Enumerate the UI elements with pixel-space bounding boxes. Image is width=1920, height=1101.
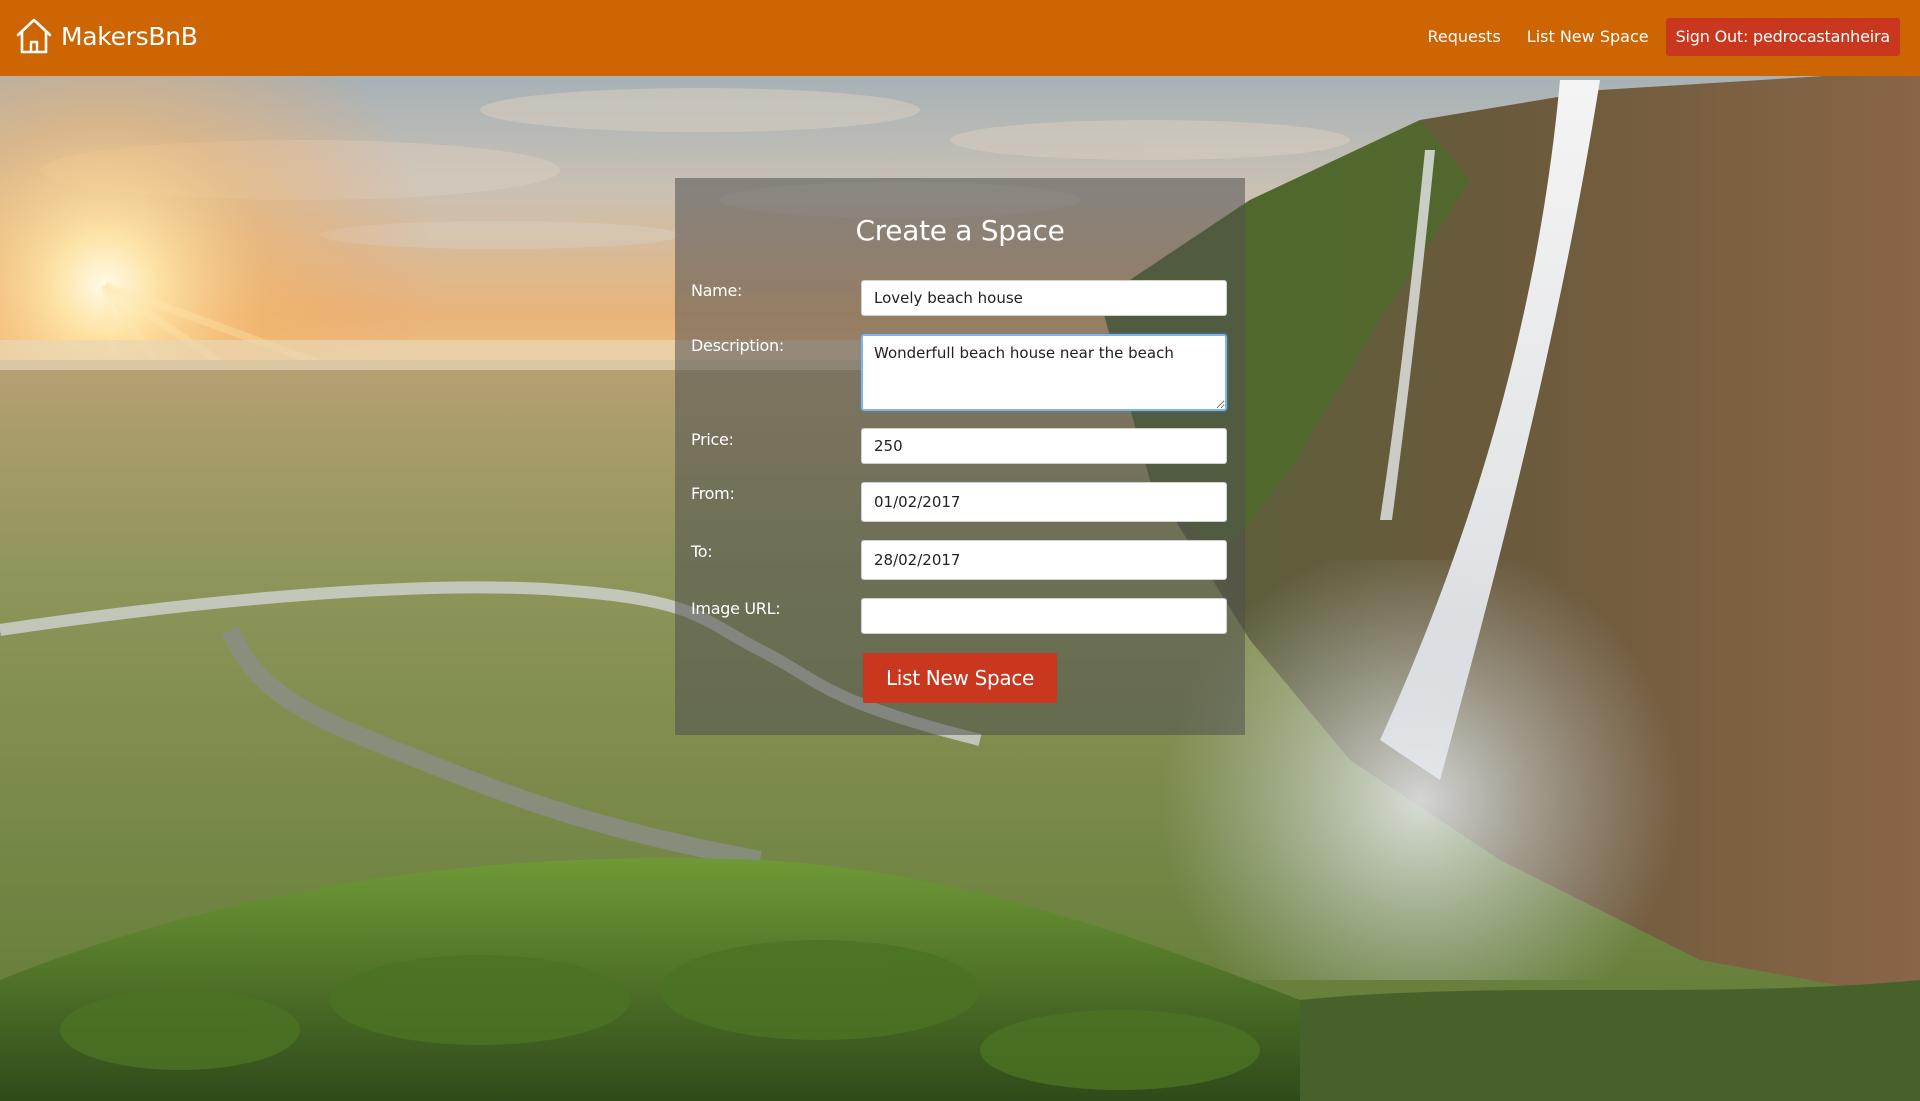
nav-requests-link[interactable]: Requests [1414,18,1513,56]
name-label: Name: [691,281,743,300]
description-label: Description: [691,336,784,355]
to-label: To: [691,542,713,561]
price-label: Price: [691,430,734,449]
sign-out-button[interactable]: Sign Out: pedrocastanheira [1665,18,1900,56]
nav-links: Requests List New Space Sign Out: pedroc… [1414,18,1900,56]
brand-name: MakersBnB [61,21,198,51]
brand-home-link[interactable]: MakersBnB [16,16,198,56]
list-new-space-submit-button[interactable]: List New Space [863,653,1057,703]
nav-list-new-space-link[interactable]: List New Space [1514,18,1662,56]
from-label: From: [691,484,735,503]
to-date-input[interactable] [861,540,1227,580]
price-input[interactable] [861,428,1227,464]
create-space-panel: Create a Space Name: Description: Wonder… [675,178,1245,735]
form-title: Create a Space [855,214,1065,247]
description-textarea[interactable]: Wonderfull beach house near the beach [861,334,1227,411]
image-url-label: Image URL: [691,599,781,618]
image-url-input[interactable] [861,598,1227,634]
name-input[interactable] [861,280,1227,316]
top-navbar: MakersBnB Requests List New Space Sign O… [0,0,1920,76]
house-icon [16,18,52,54]
from-date-input[interactable] [861,482,1227,522]
